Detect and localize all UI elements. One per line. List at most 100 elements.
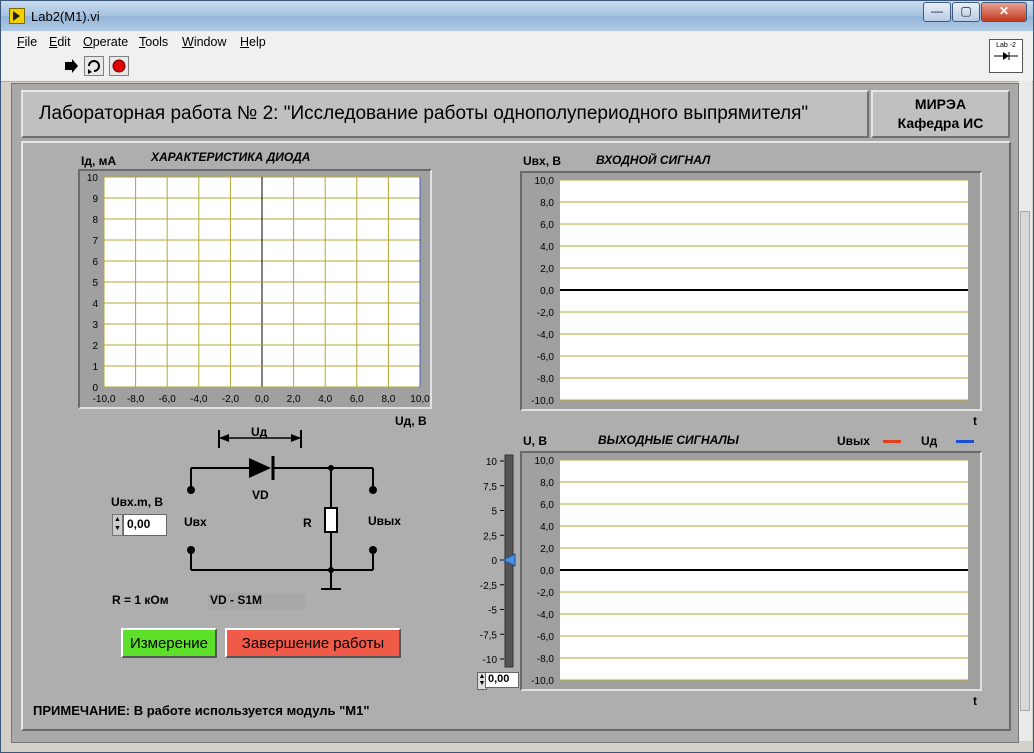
slider-tick: 5	[491, 507, 497, 518]
slider-tick: -7,5	[480, 630, 498, 641]
input-chart-ylabel: Uвх, В	[523, 154, 562, 168]
voltage-slider[interactable]: 10 7,5 5 2,5 0 -2,5 -5 -7,5 -10	[471, 453, 519, 671]
wave-ytick: -10,0	[531, 676, 554, 687]
maximize-button[interactable]: ▢	[952, 2, 980, 22]
wave-ytick: 0,0	[540, 286, 554, 297]
menu-help[interactable]: Help	[240, 35, 266, 49]
diode-xtick: -2,0	[222, 394, 240, 405]
diode-xtick: -8,0	[127, 394, 145, 405]
amplitude-label: Uвх.m, В	[111, 495, 164, 509]
input-chart: 10,0 8,0 6,0 4,0 2,0 0,0 -2,0 -4,0 -6,0 -8,0 -10,0	[520, 171, 982, 411]
wave-ytick: -8,0	[537, 374, 555, 385]
resistor-value: R = 1 кОм	[112, 593, 169, 607]
diode-xtick: -4,0	[190, 394, 208, 405]
wave-ytick: 4,0	[540, 242, 554, 253]
diode-ytick: 1	[92, 362, 98, 373]
diode-chart-xlabel: Uд, В	[395, 414, 427, 428]
slider-tick: -10	[483, 655, 498, 666]
circuit-diagram	[181, 426, 391, 596]
diode-xtick: -10,0	[93, 394, 116, 405]
run-arrow-icon[interactable]	[61, 56, 81, 76]
wave-ytick: -2,0	[537, 588, 555, 599]
wave-ytick: 10,0	[535, 176, 555, 187]
circuit-ud-label: Uд	[251, 425, 268, 439]
diode-xtick: 10,0	[410, 394, 430, 405]
module-note: ПРИМЕЧАНИЕ: В работе используется модуль…	[33, 703, 370, 718]
wave-ytick: 2,0	[540, 264, 554, 275]
diode-ytick: 5	[92, 278, 98, 289]
diode-xtick: 6,0	[350, 394, 364, 405]
slider-tick: -2,5	[480, 581, 498, 592]
measure-button[interactable]: Измерение	[121, 628, 217, 658]
wave-ytick: 6,0	[540, 500, 554, 511]
diode-model: VD - S1M	[208, 593, 305, 609]
amplitude-stepper-icon[interactable]: ▲ ▼	[112, 514, 123, 536]
slider-tick: 0	[491, 556, 497, 567]
wave-ytick: -6,0	[537, 352, 555, 363]
menu-bar: File Edit Operate Tools Window Help	[1, 31, 1033, 54]
legend-ud-swatch	[956, 440, 974, 443]
run-continuously-icon[interactable]	[84, 56, 104, 76]
wave-ytick: 6,0	[540, 220, 554, 231]
diode-ytick: 6	[92, 257, 98, 268]
output-chart: 10,0 8,0 6,0 4,0 2,0 0,0 -2,0 -4,0 -6,0 -8,0 -10,0	[520, 451, 982, 691]
amplitude-input[interactable]: 0,00	[123, 514, 167, 536]
circuit-r-label: R	[303, 516, 312, 530]
diode-ytick: 0	[92, 383, 98, 394]
vertical-scrollbar[interactable]	[1018, 81, 1032, 741]
title-bar: Lab2(M1).vi — ▢ ✕	[1, 1, 1033, 31]
wave-ytick: 4,0	[540, 522, 554, 533]
diode-ytick: 4	[92, 299, 98, 310]
org-badge: МИРЭА Кафедра ИС	[871, 90, 1010, 138]
wave-ytick: 8,0	[540, 198, 554, 209]
abort-stop-icon[interactable]	[109, 56, 129, 76]
circuit-vd-label: VD	[252, 488, 269, 502]
diode-xtick: 2,0	[287, 394, 301, 405]
org-department: Кафедра ИС	[897, 115, 984, 131]
legend-ud-label: Uд	[921, 434, 938, 448]
output-chart-xlabel: t	[973, 694, 977, 708]
diode-ytick: 3	[92, 320, 98, 331]
wave-ytick: -4,0	[537, 330, 555, 341]
diode-xtick: 4,0	[318, 394, 332, 405]
diode-xtick: 8,0	[381, 394, 395, 405]
menu-file[interactable]: File	[17, 35, 37, 49]
legend-uout-swatch	[883, 440, 901, 443]
diode-ytick: 10	[87, 173, 99, 184]
diode-xtick: 0,0	[255, 394, 269, 405]
vi-icon-label: Lab -2	[996, 42, 1016, 49]
output-chart-ylabel: U, В	[523, 434, 547, 448]
close-button[interactable]: ✕	[981, 2, 1027, 22]
menu-edit[interactable]: Edit	[49, 35, 71, 49]
finish-button[interactable]: Завершение работы	[225, 628, 401, 658]
output-chart-title: ВЫХОДНЫЕ СИГНАЛЫ	[598, 433, 739, 447]
input-chart-title: ВХОДНОЙ СИГНАЛ	[596, 153, 711, 167]
wave-ytick: 10,0	[535, 456, 555, 467]
wave-ytick: -10,0	[531, 396, 554, 407]
diode-ytick: 7	[92, 236, 98, 247]
minimize-button[interactable]: —	[923, 2, 951, 22]
slider-value-display[interactable]: 0,00	[485, 672, 519, 688]
wave-ytick: 0,0	[540, 566, 554, 577]
diode-ytick: 8	[92, 215, 98, 226]
wave-ytick: 8,0	[540, 478, 554, 489]
wave-ytick: -2,0	[537, 308, 555, 319]
wave-ytick: 2,0	[540, 544, 554, 555]
diode-chart-ylabel: Iд, мА	[81, 154, 117, 168]
slider-tick: 10	[486, 457, 498, 468]
toolbar	[1, 53, 1033, 82]
diode-ytick: 2	[92, 341, 98, 352]
menu-tools[interactable]: Tools	[139, 35, 168, 49]
menu-window[interactable]: Window	[182, 35, 226, 49]
menu-operate[interactable]: Operate	[83, 35, 128, 49]
slider-tick: 2,5	[483, 531, 497, 542]
diode-chart-title: ХАРАКТЕРИСТИКА ДИОДА	[151, 150, 311, 164]
diode-chart: 10 9 8 7 6 5 4 3 2 1 0 -10,0 -8,0 -6,0 -4,0 -2,0 0,0 2,0…	[78, 169, 432, 409]
window-title: Lab2(M1).vi	[31, 9, 100, 24]
legend-uout-label: Uвых	[837, 434, 870, 448]
wave-ytick: -6,0	[537, 632, 555, 643]
slider-tick: 7,5	[483, 482, 497, 493]
circuit-uout-label: Uвых	[368, 514, 401, 528]
diode-xtick: -6,0	[159, 394, 177, 405]
org-name: МИРЭА	[914, 96, 967, 112]
